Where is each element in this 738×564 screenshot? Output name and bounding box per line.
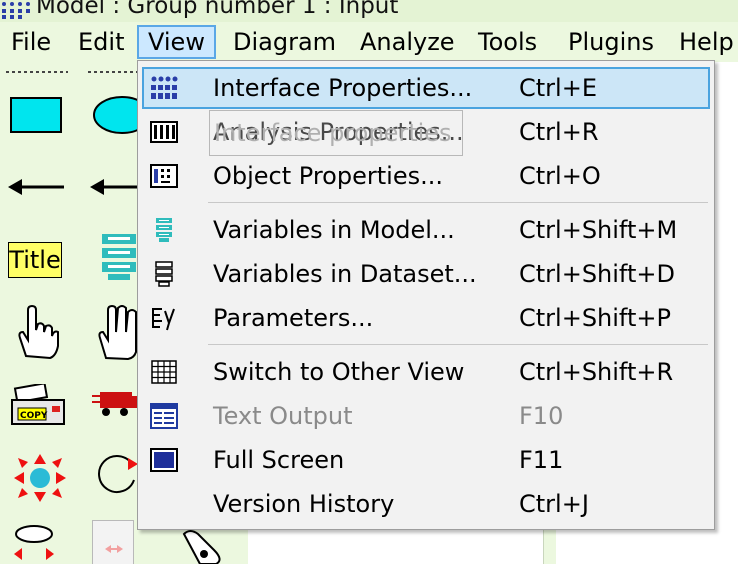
menuitem-variables-in-dataset[interactable]: Variables in Dataset... Ctrl+Shift+D <box>142 253 710 295</box>
menu-view[interactable]: View <box>137 25 216 59</box>
window-title: Model : Group number 1 : Input <box>36 0 399 19</box>
menuitem-object-properties[interactable]: Object Properties... Ctrl+O <box>142 155 710 197</box>
menuitem-interface-properties[interactable]: Interface Properties... Ctrl+E <box>142 67 710 109</box>
menuitem-label: Parameters... <box>213 304 374 332</box>
menuitem-label: Switch to Other View <box>213 358 465 386</box>
object-properties-icon <box>150 164 178 188</box>
menuitem-label: Object Properties... <box>213 162 443 190</box>
parameters-icon <box>152 308 175 331</box>
menu-analyze[interactable]: Analyze <box>351 25 464 59</box>
menu-separator <box>208 344 708 345</box>
menuitem-version-history[interactable]: Version History Ctrl+J <box>142 483 710 525</box>
draw-unobserved-variable-icon[interactable] <box>92 95 138 135</box>
menuitem-label: Variables in Dataset... <box>213 260 477 288</box>
menuitem-shortcut: Ctrl+Shift+D <box>519 260 675 288</box>
menuitem-label: Version History <box>213 490 395 518</box>
menuitem-shortcut: Ctrl+R <box>519 118 599 146</box>
scroll-diagram-icon[interactable] <box>180 528 230 564</box>
menu-separator <box>208 202 708 203</box>
variables-in-dataset-icon <box>155 261 173 287</box>
draw-covariance-icon[interactable] <box>90 174 138 200</box>
menuitem-parameters[interactable]: Parameters... Ctrl+Shift+P <box>142 297 710 339</box>
menu-edit[interactable]: Edit <box>69 25 133 59</box>
menuitem-shortcut: F11 <box>519 446 564 474</box>
menuitem-shortcut: Ctrl+E <box>519 74 597 102</box>
menuitem-variables-in-model[interactable]: Variables in Model... Ctrl+Shift+M <box>142 209 710 251</box>
draw-path-icon[interactable] <box>8 174 66 200</box>
analysis-properties-icon <box>150 121 178 143</box>
menu-file[interactable]: File <box>2 25 60 59</box>
draw-observed-variable-icon[interactable] <box>10 97 62 133</box>
view-menu-dropdown: Interface Properties... Ctrl+E Analysis … <box>137 60 715 530</box>
reflect-indicators-icon[interactable] <box>10 524 60 564</box>
toolbox-divider <box>88 71 138 73</box>
menu-tools[interactable]: Tools <box>469 25 546 59</box>
menuitem-shortcut: F10 <box>519 402 564 430</box>
menuitem-label: Text Output <box>213 402 353 430</box>
toolbox-divider <box>6 71 68 73</box>
menuitem-label: Interface Properties... <box>213 74 473 102</box>
tooltip-ghost: Interface properties <box>209 110 463 156</box>
select-all-objects-icon[interactable] <box>96 302 140 360</box>
menu-plugins[interactable]: Plugins <box>559 25 663 59</box>
menuitem-shortcut: Ctrl+O <box>519 162 601 190</box>
toolbox-scroll-button[interactable] <box>92 520 134 564</box>
amos-model-icon <box>2 2 30 19</box>
svg-text:COPY: COPY <box>20 411 48 421</box>
rotate-indicators-icon[interactable] <box>94 454 140 504</box>
menuitem-switch-view[interactable]: Switch to Other View Ctrl+Shift+R <box>142 351 710 393</box>
menuitem-shortcut: Ctrl+Shift+P <box>519 304 671 332</box>
change-shape-of-objects-icon[interactable] <box>12 454 68 502</box>
menuitem-text-output: Text Output F10 <box>142 395 710 437</box>
menuitem-full-screen[interactable]: Full Screen F11 <box>142 439 710 481</box>
menu-diagram[interactable]: Diagram <box>224 25 345 59</box>
canvas-scrollbar[interactable] <box>543 528 556 564</box>
switch-view-icon <box>151 360 177 384</box>
menu-help[interactable]: Help <box>670 25 738 59</box>
menu-bar: File Edit View Diagram Analyze Tools Plu… <box>0 22 738 62</box>
interface-properties-icon <box>151 76 178 99</box>
menuitem-shortcut: Ctrl+Shift+M <box>519 216 678 244</box>
full-screen-icon <box>150 448 178 472</box>
move-objects-icon[interactable] <box>92 390 138 418</box>
menuitem-label: Variables in Model... <box>213 216 455 244</box>
move-parameter-icon <box>105 545 123 553</box>
figure-caption-tool[interactable]: Title <box>8 242 62 278</box>
title-bar: Model : Group number 1 : Input <box>0 0 738 22</box>
list-variables-in-model-icon[interactable] <box>100 234 138 282</box>
text-output-icon <box>150 403 178 429</box>
menuitem-shortcut: Ctrl+Shift+R <box>519 358 674 386</box>
variables-in-model-icon <box>156 218 172 242</box>
menuitem-label: Full Screen <box>213 446 345 474</box>
select-one-object-icon[interactable] <box>12 304 62 360</box>
duplicate-objects-icon[interactable]: COPY <box>10 384 66 432</box>
menuitem-shortcut: Ctrl+J <box>519 490 589 518</box>
